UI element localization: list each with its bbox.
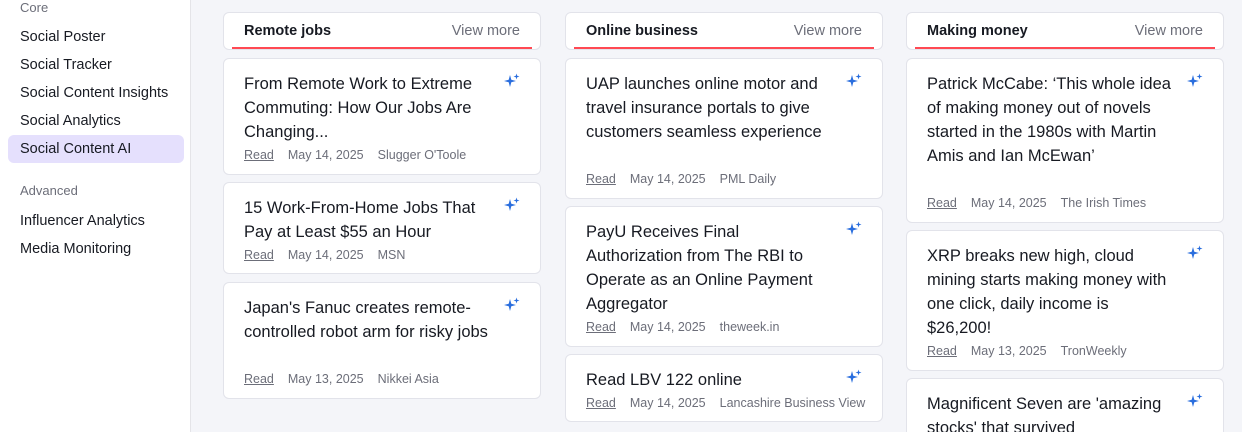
column-underline: [232, 47, 532, 49]
sidebar-item-social-content-insights[interactable]: Social Content Insights: [8, 79, 184, 107]
article-title[interactable]: From Remote Work to Extreme Commuting: H…: [244, 72, 489, 144]
article-meta: Read May 14, 2025 Lancashire Business View: [586, 396, 865, 410]
sparkle-icon[interactable]: [504, 73, 520, 89]
article-card[interactable]: From Remote Work to Extreme Commuting: H…: [223, 58, 541, 175]
article-date: May 14, 2025: [629, 172, 706, 186]
article-title[interactable]: XRP breaks new high, cloud mining starts…: [927, 244, 1172, 340]
article-card[interactable]: Japan's Fanuc creates remote-controlled …: [223, 282, 541, 399]
read-link[interactable]: Read: [927, 344, 957, 358]
article-card[interactable]: PayU Receives Final Authorization from T…: [565, 206, 883, 347]
article-title[interactable]: Magnificent Seven are 'amazing stocks' t…: [927, 392, 1172, 432]
article-source: theweek.in: [719, 320, 780, 334]
sidebar-item-social-tracker[interactable]: Social Tracker: [8, 51, 184, 79]
column-title: Online business: [586, 23, 698, 39]
article-title[interactable]: Patrick McCabe: ‘This whole idea of maki…: [927, 72, 1172, 168]
read-link[interactable]: Read: [586, 320, 616, 334]
article-title[interactable]: 15 Work-From-Home Jobs That Pay at Least…: [244, 196, 489, 244]
column-underline: [915, 47, 1215, 49]
sparkle-icon[interactable]: [1187, 73, 1203, 89]
sidebar-item-social-content-ai[interactable]: Social Content AI: [8, 135, 184, 163]
read-link[interactable]: Read: [244, 248, 274, 262]
sparkle-icon[interactable]: [846, 73, 862, 89]
sidebar-group-advanced-title: Advanced: [20, 183, 78, 198]
article-source: Slugger O'Toole: [377, 148, 467, 162]
article-title[interactable]: Japan's Fanuc creates remote-controlled …: [244, 296, 489, 344]
article-meta: Read May 14, 2025 The Irish Times: [927, 196, 1146, 210]
article-source: Nikkei Asia: [377, 372, 439, 386]
article-meta: Read May 14, 2025 PML Daily: [586, 172, 776, 186]
article-source: Lancashire Business View: [719, 396, 866, 410]
column-title: Remote jobs: [244, 23, 332, 39]
article-date: May 14, 2025: [970, 196, 1047, 210]
column-header: Making money View more: [906, 12, 1224, 50]
sidebar-item-media-monitoring[interactable]: Media Monitoring: [8, 235, 184, 263]
article-meta: Read May 14, 2025 Slugger O'Toole: [244, 148, 466, 162]
read-link[interactable]: Read: [244, 372, 274, 386]
read-link[interactable]: Read: [586, 172, 616, 186]
column-header: Online business View more: [565, 12, 883, 50]
article-meta: Read May 14, 2025 MSN: [244, 248, 405, 262]
article-card[interactable]: 15 Work-From-Home Jobs That Pay at Least…: [223, 182, 541, 274]
article-date: May 14, 2025: [629, 396, 706, 410]
article-date: May 14, 2025: [629, 320, 706, 334]
article-date: May 14, 2025: [287, 248, 364, 262]
article-card[interactable]: Patrick McCabe: ‘This whole idea of maki…: [906, 58, 1224, 223]
sparkle-icon[interactable]: [504, 197, 520, 213]
article-title[interactable]: Read LBV 122 online: [586, 368, 831, 392]
read-link[interactable]: Read: [244, 148, 274, 162]
article-meta: Read May 13, 2025 TronWeekly: [927, 344, 1127, 358]
article-meta: Read May 14, 2025 theweek.in: [586, 320, 779, 334]
article-meta: Read May 13, 2025 Nikkei Asia: [244, 372, 439, 386]
article-source: PML Daily: [719, 172, 777, 186]
article-date: May 14, 2025: [287, 148, 364, 162]
sparkle-icon[interactable]: [1187, 245, 1203, 261]
article-source: The Irish Times: [1060, 196, 1147, 210]
read-link[interactable]: Read: [586, 396, 616, 410]
sparkle-icon[interactable]: [1187, 393, 1203, 409]
article-card[interactable]: Read LBV 122 online Read May 14, 2025 Lanc…: [565, 354, 883, 422]
sparkle-icon[interactable]: [846, 221, 862, 237]
sidebar-item-social-analytics[interactable]: Social Analytics: [8, 107, 184, 135]
sidebar-item-social-poster[interactable]: Social Poster: [8, 23, 184, 51]
article-card[interactable]: Magnificent Seven are 'amazing stocks' t…: [906, 378, 1224, 432]
column-underline: [574, 47, 874, 49]
view-more-link[interactable]: View more: [1135, 23, 1203, 39]
sidebar-group-core-title: Core: [20, 0, 49, 15]
sidebar-item-influencer-analytics[interactable]: Influencer Analytics: [8, 207, 184, 235]
column-header: Remote jobs View more: [223, 12, 541, 50]
article-card[interactable]: XRP breaks new high, cloud mining starts…: [906, 230, 1224, 371]
sparkle-icon[interactable]: [846, 369, 862, 385]
article-title[interactable]: UAP launches online motor and travel ins…: [586, 72, 831, 144]
view-more-link[interactable]: View more: [452, 23, 520, 39]
article-source: TronWeekly: [1060, 344, 1127, 358]
sidebar: Core Social Poster Social Tracker Social…: [0, 0, 191, 432]
article-date: May 13, 2025: [970, 344, 1047, 358]
sparkle-icon[interactable]: [504, 297, 520, 313]
column-title: Making money: [927, 23, 1028, 39]
view-more-link[interactable]: View more: [794, 23, 862, 39]
article-title[interactable]: PayU Receives Final Authorization from T…: [586, 220, 831, 316]
read-link[interactable]: Read: [927, 196, 957, 210]
article-source: MSN: [377, 248, 406, 262]
article-date: May 13, 2025: [287, 372, 364, 386]
article-card[interactable]: UAP launches online motor and travel ins…: [565, 58, 883, 199]
